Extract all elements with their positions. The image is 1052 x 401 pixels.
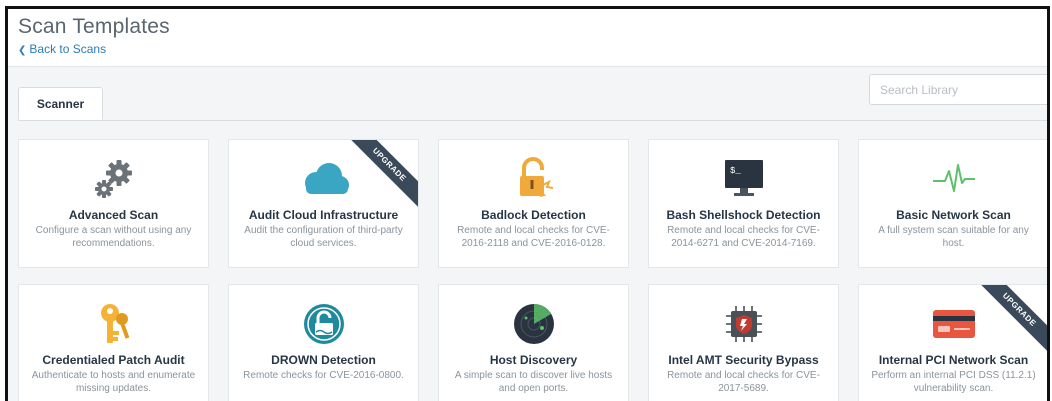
template-name: Credentialed Patch Audit <box>42 353 185 367</box>
template-name: DROWN Detection <box>271 353 376 367</box>
tab-scanner[interactable]: Scanner <box>18 87 103 120</box>
template-card[interactable]: UPGRADE Audit Cloud Infrastructure Audit… <box>228 139 419 268</box>
template-description: Remote and local checks for CVE-2014-627… <box>667 225 820 249</box>
keys-icon <box>19 299 208 349</box>
template-grid: Advanced Scan Configure a scan without u… <box>18 139 1047 401</box>
back-to-scans-link[interactable]: ❮ Back to Scans <box>18 42 170 56</box>
template-card[interactable]: DROWN Detection Remote checks for CVE-20… <box>228 284 419 401</box>
template-card[interactable]: $_ Bash Shellshock Detection Remote and … <box>648 139 839 268</box>
template-card[interactable]: Basic Network Scan A full system scan su… <box>858 139 1047 268</box>
template-card[interactable]: Badlock Detection Remote and local check… <box>438 139 629 268</box>
terminal-monitor-icon: $_ <box>649 154 838 204</box>
template-description: Authenticate to hosts and enumerate miss… <box>31 370 196 394</box>
template-name: Bash Shellshock Detection <box>666 208 821 222</box>
template-description: A simple scan to discover live hosts and… <box>454 370 613 394</box>
radar-icon <box>439 299 628 349</box>
template-description: Perform an internal PCI DSS (11.2.1) vul… <box>871 370 1036 394</box>
pulse-icon <box>859 154 1047 204</box>
template-card[interactable]: Advanced Scan Configure a scan without u… <box>18 139 209 268</box>
main-content: Scanner Search Library Advanced Scan Con… <box>8 66 1047 401</box>
template-name: Basic Network Scan <box>896 208 1011 222</box>
template-name: Intel AMT Security Bypass <box>668 353 819 367</box>
template-card[interactable]: UPGRADE Internal PCI Network Scan Perfor… <box>858 284 1047 401</box>
template-description: Configure a scan without using any recom… <box>35 225 192 249</box>
template-name: Advanced Scan <box>68 208 159 222</box>
template-name: Internal PCI Network Scan <box>878 353 1029 367</box>
broken-lock-icon <box>439 154 628 204</box>
template-name: Audit Cloud Infrastructure <box>248 208 399 222</box>
gears-icon <box>19 154 208 204</box>
template-description: Remote checks for CVE-2016-0800. <box>243 370 404 381</box>
chip-shield-icon <box>649 299 838 349</box>
template-description: Remote and local checks for CVE-2017-568… <box>667 370 820 394</box>
template-card[interactable]: Credentialed Patch Audit Authenticate to… <box>18 284 209 401</box>
template-description: Remote and local checks for CVE-2016-211… <box>457 225 610 249</box>
template-description: A full system scan suitable for any host… <box>878 225 1029 249</box>
template-name: Host Discovery <box>489 353 578 367</box>
drown-lock-icon <box>229 299 418 349</box>
svg-text:$_: $_ <box>730 166 741 176</box>
template-card[interactable]: Host Discovery A simple scan to discover… <box>438 284 629 401</box>
page-header: Scan Templates ❮ Back to Scans <box>18 15 170 56</box>
page-title: Scan Templates <box>18 15 170 38</box>
template-card[interactable]: Intel AMT Security Bypass Remote and loc… <box>648 284 839 401</box>
back-link-label: Back to Scans <box>29 42 107 56</box>
template-description: Audit the configuration of third-party c… <box>244 225 403 249</box>
app-window: Scan Templates ❮ Back to Scans Scanner S… <box>5 6 1050 401</box>
chevron-left-icon: ❮ <box>18 45 27 56</box>
template-name: Badlock Detection <box>481 208 586 222</box>
search-library-input[interactable] <box>869 74 1047 105</box>
